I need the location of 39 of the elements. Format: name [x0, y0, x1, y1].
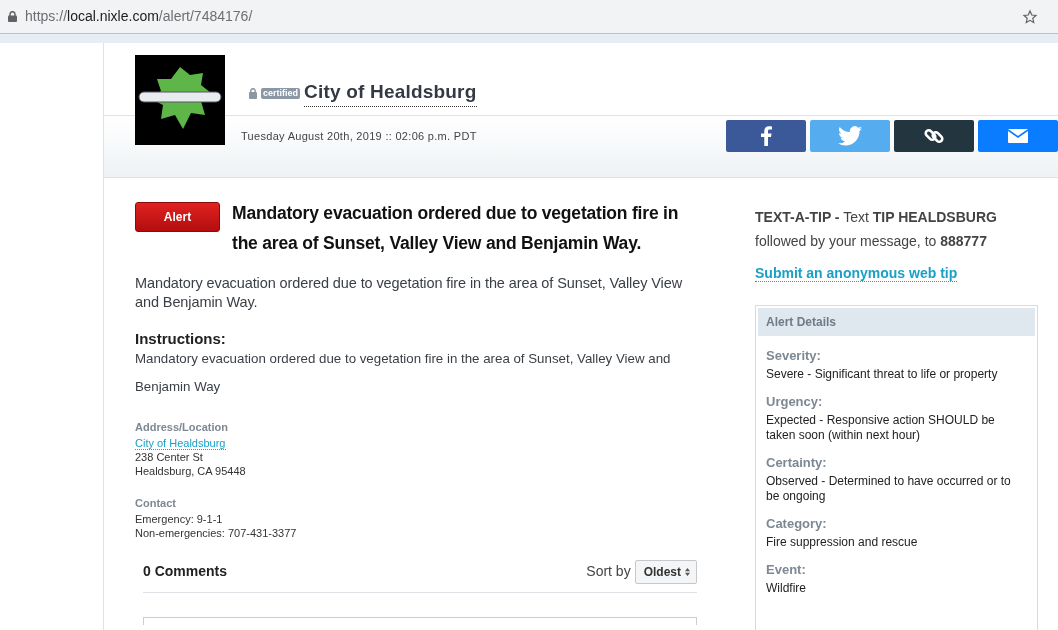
envelope-icon [1008, 129, 1028, 143]
contact-line: Non-emergencies: 707-431-3377 [135, 525, 298, 540]
contact-label: Contact [135, 496, 177, 511]
address-line: Healdsburg, CA 95448 [135, 464, 247, 478]
address-label: Address/Location [135, 419, 229, 435]
sort-dropdown[interactable]: Oldest [634, 559, 697, 584]
detail-value: Expected - Responsive action SHOULD be taken soon (within next hour) [766, 413, 996, 443]
lock-icon [8, 11, 17, 22]
comment-count: 0 Comments [143, 562, 229, 581]
star-icon[interactable] [1022, 8, 1038, 25]
comment-field[interactable] [143, 616, 697, 625]
share-button[interactable] [894, 120, 974, 152]
alert-tag: Alert [135, 202, 220, 232]
detail-value: Severe - Significant threat to life or property [766, 367, 999, 382]
certified-tag: certified [261, 88, 300, 99]
detail-label: Category: [766, 516, 828, 532]
detail-label: Urgency: [766, 394, 824, 410]
tip-text: TEXT-A-TIP - Text TIP HEALDSBURG followed by your message, to 888777 [755, 208, 998, 251]
detail-value: Wildfire [766, 581, 807, 596]
detail-label: Certainty: [766, 455, 828, 471]
detail-value: Observed - Determined to have occurred or to be ongoing [766, 474, 1012, 504]
date-text: Tuesday August 20th, 2019 :: 02:06 p.m. PDT [241, 129, 478, 144]
sort-icon [685, 567, 690, 576]
detail-label: Severity: [766, 348, 822, 364]
panel-title: Alert Details [758, 308, 1035, 336]
agency-name[interactable]: City of Healdsburg [304, 77, 477, 107]
instructions-label: Instructions: [135, 329, 227, 349]
instructions-text: Mandatory evacuation ordered due to vegetation fire in the area of Sunset, Valley View and Benjamin Way [135, 349, 672, 396]
share-button[interactable] [726, 120, 806, 152]
headline: Mandatory evacuation ordered due to vegetation fire in the area of Sunset, Valley View and Benjamin Way. [232, 202, 680, 255]
address-line: 238 Center St [135, 450, 204, 464]
detail-value: Fire suppression and rescue [766, 535, 919, 550]
detail-label: Event: [766, 562, 807, 578]
facebook-icon [760, 126, 772, 146]
sort-label: Sort by [586, 562, 631, 581]
contact-line: Emergency: 9-1-1 [135, 511, 224, 526]
alert-body: Mandatory evacuation ordered due to vegetation fire in the area of Sunset, Valley View and Benjamin Way. [135, 274, 684, 312]
bird-icon [838, 126, 862, 146]
lock-icon [249, 88, 257, 99]
